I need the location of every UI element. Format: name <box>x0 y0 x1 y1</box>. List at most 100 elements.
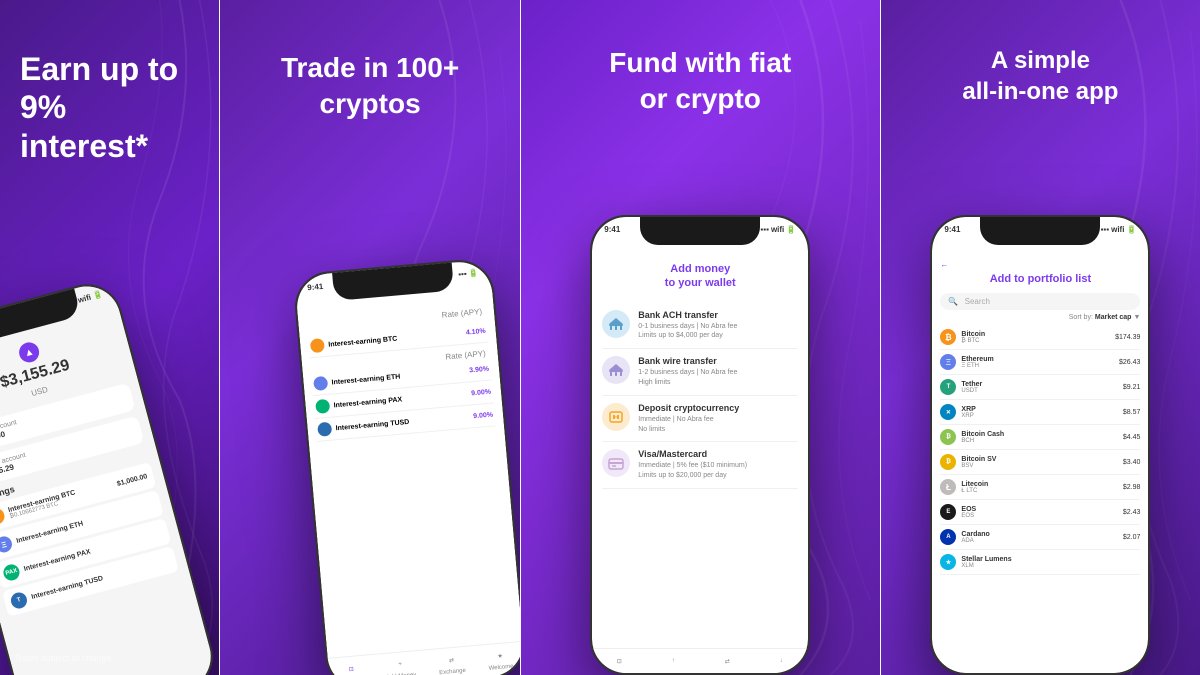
pax-icon: PAX <box>2 563 22 583</box>
ethereum-symbol: Ξ ETH <box>961 363 1114 369</box>
tab-portfolio[interactable]: ⊡ Portfolio <box>339 661 363 675</box>
earn-phone-wrapper: 9:41 ▪▪▪ wifi 🔋 ▲ $3,155.29 USD <box>0 175 219 675</box>
tusd-icon: T <box>9 591 29 611</box>
tusd-list-name: Interest-earning TUSD <box>335 413 473 432</box>
signal-3: ▪▪▪ <box>760 225 769 234</box>
xrp-info: XRP XRP <box>961 406 1117 419</box>
welcome-tab-icon: ★ <box>492 648 507 663</box>
exchange-tab-icon: ⇄ <box>444 653 459 668</box>
tab-exchange[interactable]: ⇄ Exchange <box>437 652 466 675</box>
ada-info: Cardano ADA <box>961 531 1117 544</box>
eth-icon: Ξ <box>0 535 14 555</box>
coin-bitcoin[interactable]: ₿ Bitcoin ₿ BTC $174.39 <box>940 325 1140 350</box>
ada-price: $2.07 <box>1123 534 1141 541</box>
payment-card[interactable]: Visa/Mastercard Immediate | 5% fee ($10 … <box>602 442 798 489</box>
ach-icon <box>602 310 630 338</box>
card-name: Visa/Mastercard <box>638 449 798 459</box>
add-money-title: Add money to your wallet <box>602 262 798 291</box>
tab-fund-more[interactable]: ↓ <box>774 654 788 668</box>
bank-wire-icon <box>608 362 624 378</box>
ethereum-icon: Ξ <box>940 354 956 370</box>
tab-exchange-label: Exchange <box>439 668 466 675</box>
ltc-info: Litecoin Ł LTC <box>961 481 1117 494</box>
pax-list-name: Interest-earning PAX <box>333 390 471 409</box>
visa-mastercard-icon <box>608 455 624 471</box>
eos-symbol: EOS <box>961 513 1117 519</box>
bsv-info: Bitcoin SV BSV <box>961 456 1117 469</box>
ach-info: Bank ACH transfer 0-1 business days | No… <box>638 310 798 342</box>
time-2: 9:41 <box>307 282 324 292</box>
fund-panel: Fund with fiat or crypto 9:41 ▪▪▪ wifi 🔋… <box>521 0 880 675</box>
fund-phone-wrapper: 9:41 ▪▪▪ wifi 🔋 Add money to your wallet <box>521 138 880 675</box>
abra-logo-icon: ▲ <box>23 346 35 359</box>
payment-wire[interactable]: Bank wire transfer 1-2 business days | N… <box>602 349 798 396</box>
tether-price: $9.21 <box>1123 384 1141 391</box>
bitcoin-price: $174.39 <box>1115 334 1140 341</box>
coin-ada[interactable]: A Cardano ADA $2.07 <box>940 525 1140 550</box>
trade-screen: 9:41 ▪▪▪ 🔋 Rate (APY) Interest-earning B… <box>294 259 520 675</box>
wifi-icon: wifi <box>77 293 92 305</box>
coin-stellar[interactable]: ★ Stellar Lumens XLM <box>940 550 1140 575</box>
trade-panel: Trade in 100+ cryptos 9:41 ▪▪▪ 🔋 Rate (A… <box>220 0 519 675</box>
coin-xrp[interactable]: ✕ XRP XRP $8.57 <box>940 400 1140 425</box>
ltc-name: Litecoin <box>961 481 1117 488</box>
ada-icon: A <box>940 529 956 545</box>
ltc-symbol: Ł LTC <box>961 488 1117 494</box>
time-3: 9:41 <box>604 225 620 234</box>
coin-tether[interactable]: T Tether USDT $9.21 <box>940 375 1140 400</box>
bch-price: $4.45 <box>1123 434 1141 441</box>
portfolio-search[interactable]: 🔍 Search <box>940 293 1140 310</box>
status-icons-4: ▪▪▪ wifi 🔋 <box>1101 225 1137 234</box>
tab-welcome[interactable]: ★ Welcome <box>487 648 514 672</box>
bsv-price: $3.40 <box>1123 459 1141 466</box>
bsv-symbol: BSV <box>961 463 1117 469</box>
coin-bsv[interactable]: ₿ Bitcoin SV BSV $3.40 <box>940 450 1140 475</box>
search-icon: 🔍 <box>948 297 958 306</box>
tab-add-money[interactable]: + Add Money <box>384 656 416 675</box>
signal-2: ▪▪▪ <box>458 269 467 279</box>
sort-row: Sort by: Market cap ▼ <box>940 314 1140 321</box>
coin-list: ₿ Bitcoin ₿ BTC $174.39 Ξ Ethereum Ξ <box>940 325 1140 575</box>
fund-tabs: ⊡ ↑ ⇄ ↓ <box>592 648 808 673</box>
eos-price: $2.43 <box>1123 509 1141 516</box>
battery-icon: 🔋 <box>92 290 104 301</box>
coin-ethereum[interactable]: Ξ Ethereum Ξ ETH $26.43 <box>940 350 1140 375</box>
wifi-4: wifi <box>1111 225 1124 234</box>
card-desc: Immediate | 5% fee ($10 minimum) Limits … <box>638 461 798 481</box>
coin-bch[interactable]: ₿ Bitcoin Cash BCH $4.45 <box>940 425 1140 450</box>
bsv-icon: ₿ <box>940 454 956 470</box>
tab-fund-add[interactable]: ↑ <box>666 654 680 668</box>
crypto-desc: Immediate | No Abra fee No limits <box>638 415 798 435</box>
btc-list-rate: 4.10% <box>465 327 485 336</box>
crypto-name: Deposit cryptocurrency <box>638 403 798 413</box>
back-arrow-icon: ← <box>940 260 948 269</box>
btc-icon: ₿ <box>0 507 6 527</box>
fund-tab-bar: ⊡ ↑ ⇄ ↓ <box>592 648 808 673</box>
coin-eos[interactable]: E EOS EOS $2.43 <box>940 500 1140 525</box>
fund-phone: 9:41 ▪▪▪ wifi 🔋 Add money to your wallet <box>590 215 810 675</box>
coin-ltc[interactable]: Ł Litecoin Ł LTC $2.98 <box>940 475 1140 500</box>
trade-tab-bar: ⊡ Portfolio + Add Money ⇄ Exchange <box>327 641 519 675</box>
tab-fund-exchange[interactable]: ⇄ <box>720 654 734 668</box>
tether-symbol: USDT <box>961 388 1117 394</box>
btc-value: $1,000.00 <box>116 473 148 488</box>
bitcoin-name: Bitcoin <box>961 331 1110 338</box>
payment-ach[interactable]: Bank ACH transfer 0-1 business days | No… <box>602 303 798 350</box>
earn-phone: 9:41 ▪▪▪ wifi 🔋 ▲ $3,155.29 USD <box>0 276 219 675</box>
payment-crypto[interactable]: Deposit cryptocurrency Immediate | No Ab… <box>602 396 798 443</box>
fund-add-icon: ↑ <box>666 654 680 668</box>
portfolio-phone-wrapper: 9:41 ▪▪▪ wifi 🔋 ← Add to portfolio list … <box>881 127 1200 675</box>
sort-value[interactable]: Market cap <box>1095 314 1132 321</box>
tab-fund-portfolio[interactable]: ⊡ <box>612 654 626 668</box>
tusd-list-rate: 9.00% <box>473 411 493 420</box>
sort-label: Sort by: <box>1069 314 1093 321</box>
wire-name: Bank wire transfer <box>638 356 798 366</box>
btc-list-icon <box>309 338 324 353</box>
back-button[interactable]: ← <box>940 260 1140 269</box>
earn-panel-content: Earn up to 9% interest* 9:41 ▪▪▪ wifi 🔋 <box>0 0 219 675</box>
status-icons-2: ▪▪▪ 🔋 <box>458 268 479 279</box>
fund-portfolio-icon: ⊡ <box>612 654 626 668</box>
search-placeholder: Search <box>965 297 990 306</box>
bch-symbol: BCH <box>961 438 1117 444</box>
bch-info: Bitcoin Cash BCH <box>961 431 1117 444</box>
